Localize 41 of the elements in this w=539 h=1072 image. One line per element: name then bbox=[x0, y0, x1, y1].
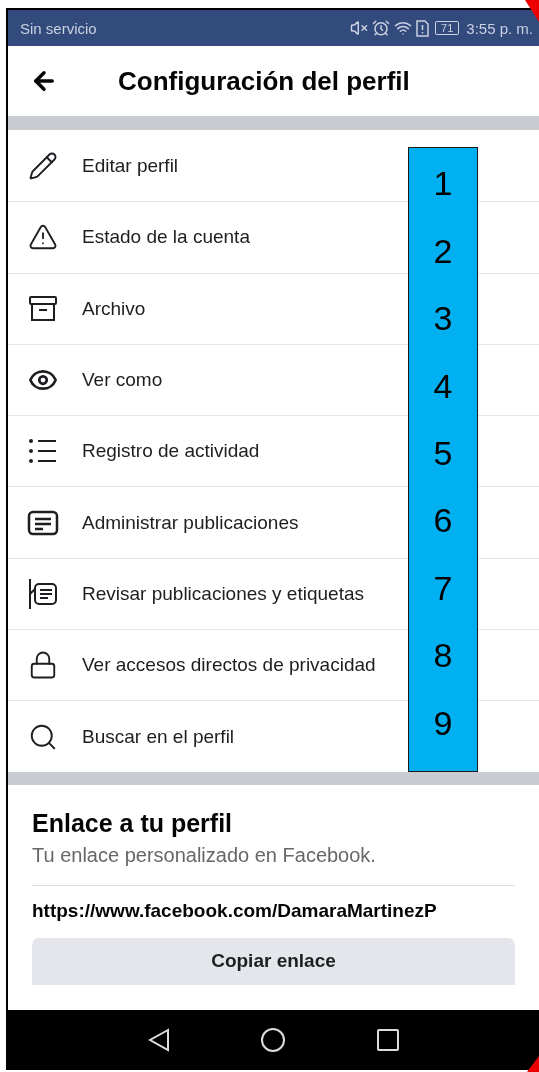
alarm-icon bbox=[372, 19, 391, 37]
document-lines-icon bbox=[27, 509, 59, 536]
section-title: Enlace a tu perfil bbox=[32, 808, 234, 838]
padlock-icon bbox=[28, 650, 58, 681]
section-subtitle: Tu enlace personalizado en Facebook. bbox=[32, 843, 377, 867]
recents-nav-button[interactable] bbox=[375, 1028, 400, 1052]
menu-item[interactable]: Estado de la cuenta bbox=[82, 226, 250, 249]
battery-level: 71 bbox=[435, 21, 460, 35]
annotation-number: 2 bbox=[433, 231, 453, 271]
menu-item[interactable]: Ver como bbox=[82, 369, 163, 392]
menu-item[interactable]: Ver accesos directos de privacidad bbox=[82, 654, 376, 677]
carrier-text: Sin servicio bbox=[20, 19, 97, 37]
profile-url[interactable]: https://www.facebook.com/DamaraMartinezP bbox=[32, 899, 515, 922]
menu-item[interactable]: Revisar publicaciones y etiquetas bbox=[82, 582, 364, 605]
page-title: Configuración del perfil bbox=[118, 65, 410, 97]
stacked-document-icon bbox=[28, 577, 58, 610]
copy-link-button[interactable]: Copiar enlace bbox=[32, 937, 515, 985]
back-nav-button[interactable] bbox=[147, 1028, 170, 1052]
menu-item[interactable]: Archivo bbox=[82, 297, 146, 320]
corner-mark bbox=[527, 1056, 539, 1072]
menu-item[interactable]: Editar perfil bbox=[82, 154, 179, 177]
menu-item[interactable]: Registro de actividad bbox=[82, 440, 260, 463]
annotation-number: 3 bbox=[433, 299, 453, 339]
clock-time: 3:55 p. m. bbox=[466, 19, 533, 37]
list-icon bbox=[28, 438, 58, 465]
annotation-number: 6 bbox=[433, 501, 453, 541]
annotation-number: 8 bbox=[433, 636, 453, 676]
wifi-icon bbox=[394, 19, 413, 37]
menu-item[interactable]: Administrar publicaciones bbox=[82, 511, 299, 534]
corner-mark bbox=[525, 0, 539, 22]
menu-item[interactable]: Buscar en el perfil bbox=[82, 725, 235, 748]
annotation-number: 9 bbox=[433, 703, 453, 743]
annotation-number: 4 bbox=[433, 366, 453, 406]
home-nav-button[interactable] bbox=[259, 1027, 286, 1053]
annotation-number: 1 bbox=[433, 164, 453, 204]
mute-icon bbox=[350, 19, 369, 37]
pencil-icon bbox=[28, 150, 58, 181]
sim-alert-icon bbox=[416, 19, 430, 37]
annotation-number: 5 bbox=[433, 433, 453, 473]
annotation-number: 7 bbox=[433, 568, 453, 608]
archive-box-icon bbox=[28, 294, 58, 323]
